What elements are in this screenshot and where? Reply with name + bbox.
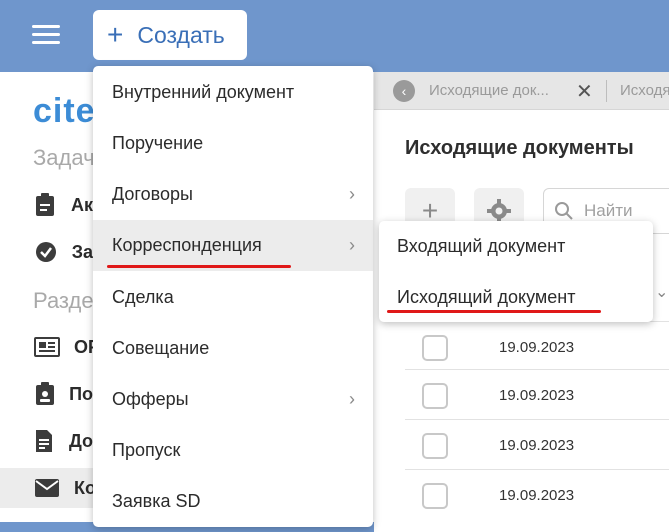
sidebar-item-label: До: [68, 430, 93, 451]
menu-item-label: Корреспонденция: [112, 235, 262, 255]
chevron-left-icon[interactable]: ‹: [393, 80, 415, 102]
sidebar-item-label: По: [69, 383, 93, 404]
submenu-item-label: Исходящий документ: [397, 286, 576, 307]
row-checkbox[interactable]: [422, 382, 448, 409]
row-date: 19.09.2023: [499, 487, 575, 504]
row-checkbox[interactable]: [422, 334, 448, 361]
menu-item-contracts[interactable]: Договоры ›: [93, 169, 373, 220]
check-circle-icon: [34, 240, 58, 264]
sidebar-item-label: Ак: [70, 194, 93, 215]
menu-item-meeting[interactable]: Совещание: [93, 323, 373, 374]
hamburger-menu-icon[interactable]: [32, 24, 60, 46]
menu-item-label: Совещание: [112, 338, 210, 358]
plus-icon: +: [107, 19, 124, 50]
create-button[interactable]: + Создать: [93, 10, 247, 60]
submenu-item-outgoing-document[interactable]: Исходящий документ: [379, 272, 653, 322]
menu-item-label: Поручение: [112, 133, 204, 153]
sidebar-heading-tasks: Задач: [33, 145, 95, 170]
sidebar-item-4[interactable]: По: [0, 374, 93, 414]
table-row[interactable]: 19.09.2023: [405, 419, 669, 471]
page-title: Исходящие документы: [405, 137, 634, 159]
chevron-right-icon: ›: [349, 389, 355, 409]
sidebar-item-2[interactable]: За: [0, 232, 93, 272]
logo: cite: [33, 92, 96, 130]
submenu-item-incoming-document[interactable]: Входящий документ: [379, 221, 653, 271]
newspaper-icon: [34, 335, 60, 359]
search-icon: [555, 202, 573, 220]
row-date: 19.09.2023: [499, 437, 575, 454]
create-button-label: Создать: [137, 21, 225, 48]
row-checkbox[interactable]: [422, 482, 448, 509]
tab-outgoing-docs[interactable]: Исходящие док...: [429, 82, 549, 99]
menu-item-label: Заявка SD: [112, 491, 201, 511]
table-row[interactable]: 19.09.2023: [405, 321, 669, 373]
highlight-underline: [107, 265, 291, 268]
sidebar-item-1[interactable]: Ак: [0, 185, 93, 225]
sidebar-item-5[interactable]: До: [0, 421, 93, 461]
sidebar-item-label: За: [71, 241, 93, 262]
menu-item-pass[interactable]: Пропуск: [93, 425, 373, 476]
menu-item-label: Договоры: [112, 184, 193, 204]
correspondence-submenu: Входящий документ Исходящий документ: [379, 221, 653, 322]
table-row[interactable]: 19.09.2023: [405, 369, 669, 421]
submenu-item-label: Входящий документ: [397, 235, 566, 256]
sidebar-item-3[interactable]: ОР: [0, 327, 100, 367]
chevron-right-icon: ›: [349, 235, 355, 255]
highlight-underline: [387, 310, 601, 313]
tab-outgoing-2[interactable]: Исходя: [620, 82, 669, 99]
clipboard-person-icon: [34, 382, 55, 406]
menu-item-deal[interactable]: Сделка: [93, 272, 373, 323]
menu-item-sd-request[interactable]: Заявка SD: [93, 476, 373, 527]
create-dropdown-menu: Внутренний документ Поручение Договоры ›…: [93, 66, 373, 527]
row-date: 19.09.2023: [499, 387, 575, 404]
menu-item-label: Пропуск: [112, 440, 181, 460]
menu-item-internal-document[interactable]: Внутренний документ: [93, 67, 373, 118]
row-checkbox[interactable]: [422, 432, 448, 459]
menu-item-assignment[interactable]: Поручение: [93, 118, 373, 169]
close-icon[interactable]: ✕: [576, 79, 593, 104]
sidebar-item-6[interactable]: Ко: [0, 468, 96, 508]
clipboard-icon: [34, 193, 57, 217]
table-row[interactable]: 19.09.2023: [405, 469, 669, 521]
menu-item-correspondence[interactable]: Корреспонденция ›: [93, 220, 373, 271]
document-icon: [34, 429, 55, 453]
envelope-icon: [34, 476, 60, 500]
menu-item-label: Офферы: [112, 389, 189, 409]
chevron-right-icon: ›: [349, 184, 355, 204]
menu-item-offers[interactable]: Офферы ›: [93, 374, 373, 425]
sidebar-heading-sections: Разде: [33, 288, 94, 313]
tab-separator: [606, 80, 607, 102]
row-date: 19.09.2023: [499, 339, 575, 356]
search-placeholder: Найти: [584, 201, 633, 220]
menu-item-label: Сделка: [112, 287, 174, 307]
menu-item-label: Внутренний документ: [112, 82, 295, 102]
chevron-down-icon[interactable]: ⌄: [655, 282, 668, 302]
